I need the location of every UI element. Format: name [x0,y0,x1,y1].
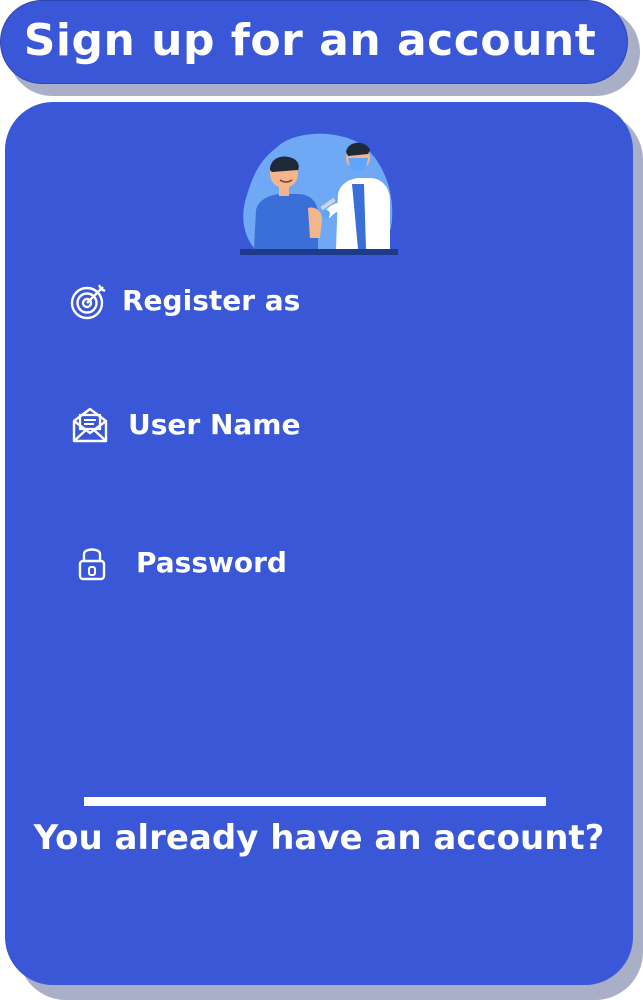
target-icon [68,281,108,321]
user-name-label: User Name [128,408,301,441]
lock-icon [72,543,112,583]
vaccination-illustration [240,133,398,255]
register-as-field[interactable]: Register as [68,281,300,321]
register-as-label: Register as [122,284,301,317]
password-label: Password [136,546,287,579]
page-title: Sign up for an account [23,15,597,66]
title-bar: Sign up for an account [0,0,628,84]
envelope-icon [70,405,110,445]
password-field[interactable]: Password [72,543,287,583]
divider [84,797,546,806]
user-name-field[interactable]: User Name [70,405,300,445]
login-link[interactable]: You already have an account? [5,816,633,860]
